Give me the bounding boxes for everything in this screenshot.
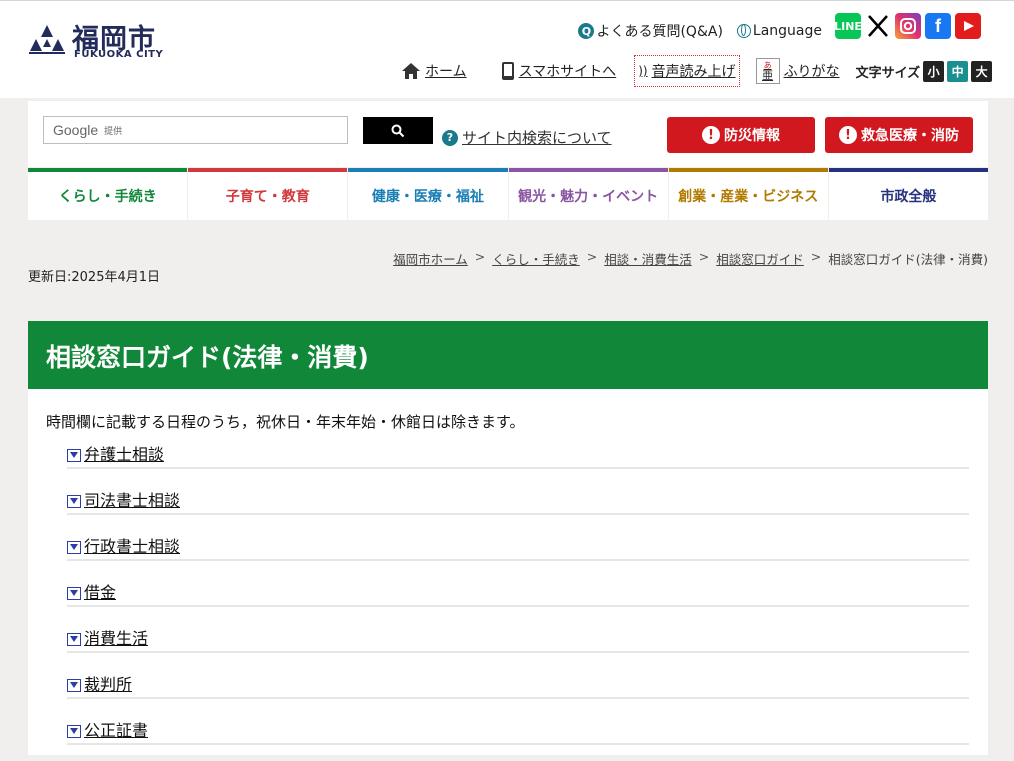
breadcrumb-separator: > [698,249,710,264]
furigana-link[interactable]: あ亜 ふりがな [755,58,840,84]
section-judicial-scrivener[interactable]: 司法書士相談 [67,485,969,531]
search-help-link[interactable]: ? サイト内検索について [442,127,612,148]
section-label: 行政書士相談 [84,537,181,556]
x-icon[interactable] [865,13,891,39]
emergency-label: 救急医療・消防 [861,128,959,144]
line-icon[interactable]: LINE [834,13,862,39]
furigana-icon: あ亜 [755,58,780,84]
facebook-icon[interactable]: f [925,13,951,39]
expand-icon [67,632,81,646]
section-administrative-scrivener[interactable]: 行政書士相談 [67,531,969,577]
main-content: 時間欄に記載する日程のうち，祝休日・年末年始・休館日は除きます。 弁護士相談 司… [28,389,988,755]
category-business[interactable]: 創業・産業・ビジネス [668,168,828,220]
section-lawyer[interactable]: 弁護士相談 [67,439,969,485]
category-childcare[interactable]: 子育て・教育 [188,168,348,220]
section-label: 消費生活 [84,629,149,648]
furigana-label: ふりがな [783,64,840,80]
breadcrumb-living[interactable]: くらし・手続き [492,249,580,268]
section-label: 裁判所 [84,675,133,694]
expand-icon [67,678,81,692]
section-notarial-deed[interactable]: 公正証書 [67,715,969,761]
section-label: 司法書士相談 [84,491,181,510]
smartphone-icon [501,62,514,80]
expand-icon [67,448,81,462]
home-link[interactable]: ホーム [401,61,467,81]
site-header: 福岡市 FUKUOKA CITY Q よくある質問(Q&A) Language … [0,0,1014,98]
breadcrumb-separator: > [810,249,822,264]
category-nav: くらし・手続き 子育て・教育 健康・医療・福祉 観光・魅力・イベント 創業・産業… [28,168,989,220]
search-button[interactable] [363,117,433,144]
section-label: 弁護士相談 [84,445,165,464]
expand-icon [67,540,81,554]
category-tourism[interactable]: 観光・魅力・イベント [508,168,668,220]
intro-text: 時間欄に記載する日程のうち，祝休日・年末年始・休館日は除きます。 [46,413,525,431]
faq-label: よくある質問(Q&A) [596,24,723,40]
disaster-info-button[interactable]: ! 防災情報 [667,117,815,153]
expand-icon [67,724,81,738]
google-label: Google [53,122,99,138]
font-size-switcher: 文字サイズ 小 中 大 [855,60,993,82]
sound-wave-icon: )) [638,64,648,78]
breadcrumb-separator: > [474,249,486,264]
help-icon: ? [442,129,458,146]
mobile-site-link[interactable]: スマホサイトへ [501,61,617,81]
speech-reader-button[interactable]: )) 音声読み上げ [634,55,740,87]
instagram-icon[interactable] [895,13,921,39]
disaster-info-label: 防災情報 [724,128,780,144]
sns-links: LINE f [834,13,981,39]
google-provided-label: 提供 [104,126,123,137]
category-health[interactable]: 健康・医療・福祉 [348,168,508,220]
breadcrumb-guide[interactable]: 相談窓口ガイド [716,249,804,268]
section-debt[interactable]: 借金 [67,577,969,623]
expand-icon [67,494,81,508]
section-label: 公正証書 [84,721,149,740]
alert-icon: ! [702,126,720,144]
youtube-icon[interactable] [955,13,981,39]
emergency-button[interactable]: ! 救急医療・消防 [825,117,973,153]
breadcrumb-current: 相談窓口ガイド(法律・消費) [828,252,988,267]
section-label: 借金 [84,583,117,602]
breadcrumb-home[interactable]: 福岡市ホーム [393,249,468,268]
breadcrumb-separator: > [586,249,598,264]
utility-links: Q よくある質問(Q&A) Language [578,21,822,41]
font-size-medium-button[interactable]: 中 [947,60,969,82]
search-input[interactable]: Google 提供 [43,116,348,144]
search-icon [391,124,405,137]
language-link[interactable]: Language [736,21,822,41]
home-label: ホーム [425,64,467,80]
alert-icon: ! [839,126,857,144]
search-panel: Google 提供 ? サイト内検索について ! 防災情報 ! 救急医療・消防 [28,101,988,167]
faq-icon: Q [578,23,595,39]
home-icon [402,63,420,79]
header-nav: ホーム スマホサイトへ )) 音声読み上げ あ亜 ふりがな 文字サイズ 小 中 … [401,55,993,87]
search-help-label: サイト内検索について [462,129,612,147]
category-city-government[interactable]: 市政全般 [828,168,989,220]
breadcrumb: 福岡市ホーム > くらし・手続き > 相談・消費生活 > 相談窓口ガイド > 相… [393,249,988,268]
mobile-site-label: スマホサイトへ [518,64,617,80]
expand-icon [67,586,81,600]
language-label: Language [752,23,822,39]
logo-subtitle: FUKUOKA CITY [74,49,164,60]
breadcrumb-consultation[interactable]: 相談・消費生活 [604,249,692,268]
section-list: 弁護士相談 司法書士相談 行政書士相談 借金 消費生活 裁判所 公正証書 [67,439,969,761]
category-living[interactable]: くらし・手続き [28,168,188,220]
font-size-small-button[interactable]: 小 [923,60,945,82]
updated-date: 更新日:2025年4月1日 [28,270,161,285]
page-title: 相談窓口ガイド(法律・消費) [46,343,369,372]
faq-link[interactable]: Q よくある質問(Q&A) [578,21,723,41]
page-title-bar: 相談窓口ガイド(法律・消費) [28,321,988,389]
speech-reader-label: 音声読み上げ [651,64,736,80]
city-emblem-icon [29,25,65,54]
section-court[interactable]: 裁判所 [67,669,969,715]
globe-icon [736,24,751,38]
section-consumer-life[interactable]: 消費生活 [67,623,969,669]
font-size-large-button[interactable]: 大 [971,60,993,82]
font-size-label: 文字サイズ [855,65,921,81]
